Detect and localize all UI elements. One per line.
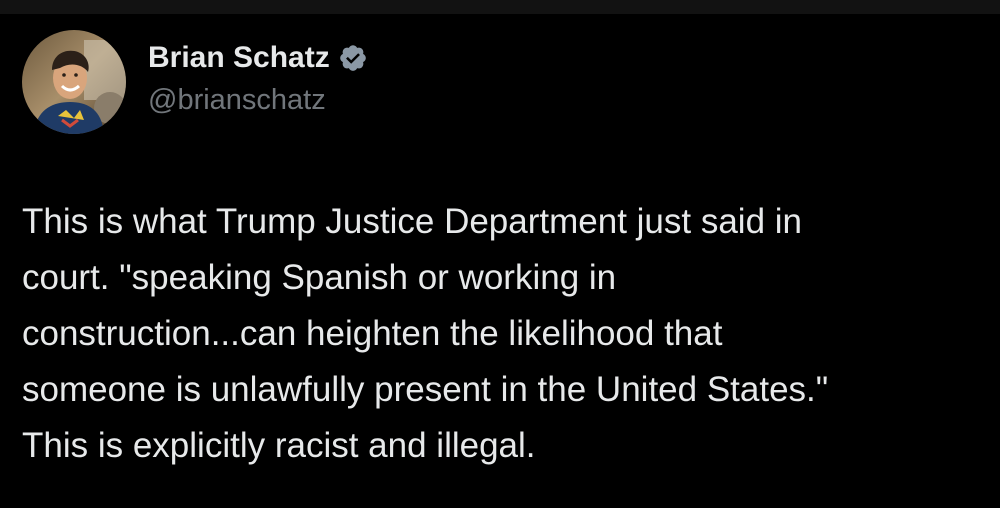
top-strip	[0, 0, 1000, 14]
avatar[interactable]	[22, 30, 126, 134]
tweet-text: This is what Trump Justice Department ju…	[22, 202, 829, 465]
display-name[interactable]: Brian Schatz	[148, 40, 330, 76]
name-row: Brian Schatz	[148, 40, 368, 76]
author-info: Brian Schatz @brianschatz	[148, 40, 368, 118]
tweet-header: Brian Schatz @brianschatz	[22, 30, 368, 134]
tweet-card: Brian Schatz @brianschatz This is what T…	[0, 0, 1000, 508]
handle[interactable]: @brianschatz	[148, 82, 368, 118]
verified-badge-icon[interactable]	[338, 43, 368, 73]
avatar-photo	[22, 30, 126, 134]
